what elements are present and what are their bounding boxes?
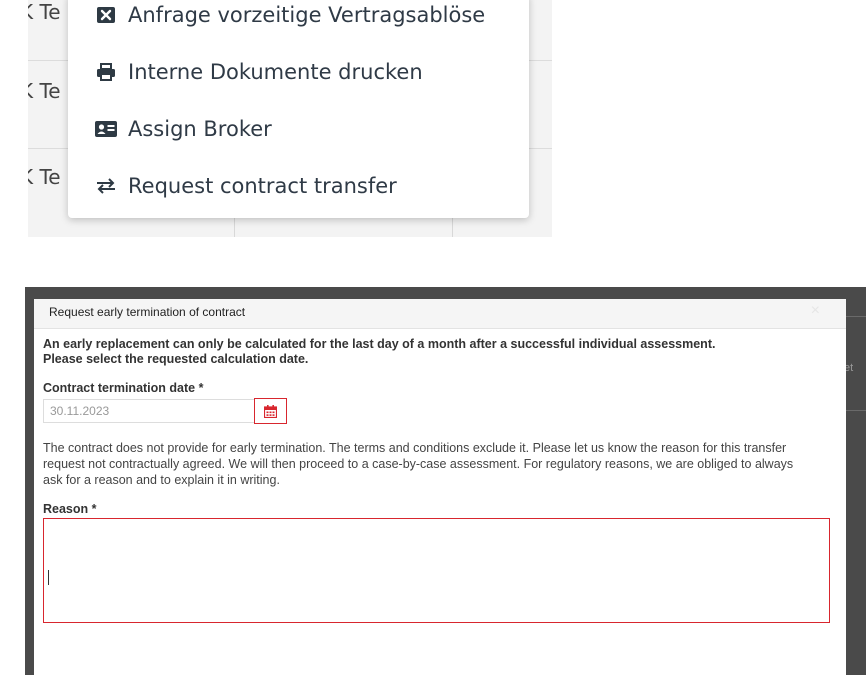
table-cell-text: K Te (28, 165, 61, 189)
intro-line: An early replacement can only be calcula… (43, 337, 716, 351)
row-actions-menu: Anfrage vorzeitige Vertragsablöse Intern… (68, 0, 529, 218)
intro-text: An early replacement can only be calcula… (43, 337, 773, 367)
termination-date-label: Contract termination date * (43, 381, 204, 395)
dialog-header: Request early termination of contract × (34, 299, 846, 329)
menu-item-label: Interne Dokumente drucken (128, 60, 423, 84)
id-card-icon (94, 117, 118, 141)
intro-line: Please select the requested calculation … (43, 352, 309, 366)
menu-item-print-internal-documents[interactable]: Interne Dokumente drucken (94, 52, 519, 92)
menu-item-label: Request contract transfer (128, 174, 397, 198)
termination-explanation: The contract does not provide for early … (43, 441, 794, 487)
dialog-title: Request early termination of contract (49, 305, 246, 319)
termination-date-group: 30.11.2023 (43, 398, 832, 424)
menu-item-label: Anfrage vorzeitige Vertragsablöse (128, 3, 486, 27)
dialog-body: An early replacement can only be calcula… (43, 337, 832, 623)
reason-label: Reason * (43, 502, 97, 516)
calendar-icon (264, 404, 277, 418)
menu-item-assign-broker[interactable]: Assign Broker (94, 109, 519, 149)
text-caret (48, 570, 49, 585)
exchange-icon (94, 174, 118, 198)
early-termination-dialog: Request early termination of contract × … (34, 299, 846, 675)
printer-icon (94, 60, 118, 84)
calendar-button[interactable] (254, 398, 287, 424)
menu-item-request-early-termination[interactable]: Anfrage vorzeitige Vertragsablöse (94, 0, 519, 35)
background-divider (846, 316, 866, 317)
close-button[interactable]: × (811, 302, 820, 320)
table-cell-text: K Te (28, 79, 61, 103)
table-cell-text: K Te (28, 0, 61, 24)
menu-item-label: Assign Broker (128, 117, 272, 141)
reason-textarea[interactable] (43, 518, 830, 623)
background-divider (846, 410, 866, 411)
termination-date-input[interactable]: 30.11.2023 (43, 399, 254, 423)
close-square-icon (94, 3, 118, 27)
menu-item-request-contract-transfer[interactable]: Request contract transfer (94, 166, 519, 206)
